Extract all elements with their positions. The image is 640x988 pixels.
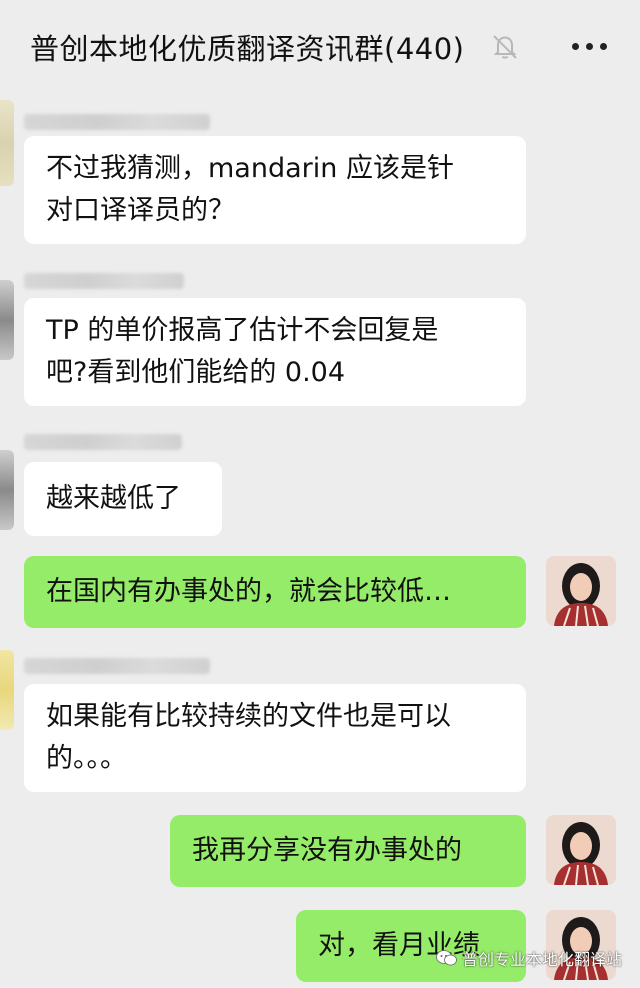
- message-text: 我再分享没有办事处的: [192, 835, 462, 866]
- bell-muted-icon: [493, 35, 517, 59]
- wechat-icon: [436, 950, 457, 966]
- sender-name: [24, 273, 184, 289]
- sender-name: [24, 434, 182, 450]
- message-bubble[interactable]: 越来越低了: [24, 462, 222, 536]
- more-dots-icon[interactable]: [568, 40, 612, 52]
- message-text: 不过我猜测，mandarin 应该是针 对口译译员的？: [46, 153, 454, 226]
- message-bubble[interactable]: 我再分享没有办事处的: [170, 815, 526, 887]
- message-text: 如果能有比较持续的文件也是可以 的。。。: [46, 701, 451, 774]
- chat-header: 普创本地化优质翻译资讯群(440): [0, 0, 640, 98]
- message-bubble[interactable]: 在国内有办事处的，就会比较低…: [24, 556, 526, 628]
- message-text: 在国内有办事处的，就会比较低…: [46, 576, 451, 607]
- message-bubble[interactable]: 不过我猜测，mandarin 应该是针 对口译译员的？: [24, 136, 526, 244]
- sender-avatar[interactable]: [0, 650, 14, 730]
- sender-avatar[interactable]: [0, 100, 14, 186]
- message-text: 越来越低了: [46, 483, 181, 514]
- user-avatar[interactable]: [546, 815, 616, 885]
- user-avatar[interactable]: [546, 556, 616, 626]
- message-bubble[interactable]: 如果能有比较持续的文件也是可以 的。。。: [24, 684, 526, 792]
- sender-avatar[interactable]: [0, 450, 14, 530]
- sender-name: [24, 114, 210, 130]
- chat-title[interactable]: 普创本地化优质翻译资讯群(440): [30, 26, 464, 68]
- message-text: TP 的单价报高了估计不会回复是 吧?看到他们能给的 0.04: [46, 315, 439, 388]
- watermark-text: 普创专业本地化翻译站: [461, 950, 622, 969]
- watermark: 普创专业本地化翻译站: [436, 946, 622, 970]
- sender-name: [24, 658, 210, 674]
- message-bubble[interactable]: TP 的单价报高了估计不会回复是 吧?看到他们能给的 0.04: [24, 298, 526, 406]
- sender-avatar[interactable]: [0, 280, 14, 360]
